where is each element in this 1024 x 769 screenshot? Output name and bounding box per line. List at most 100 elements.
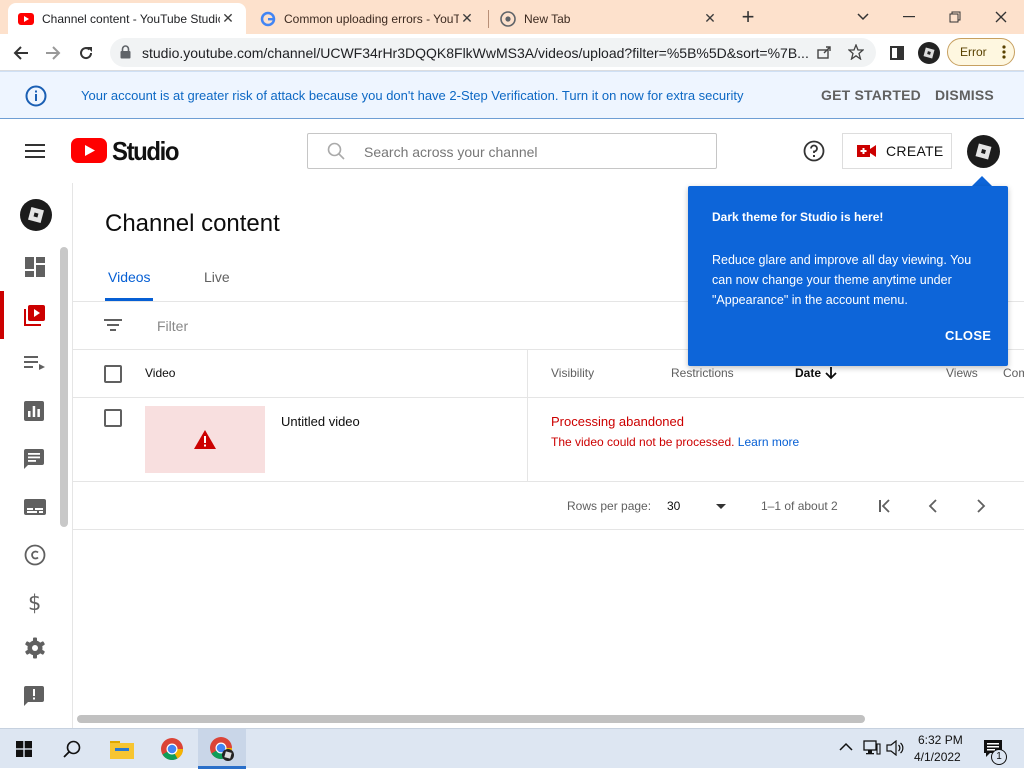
browser-error-button[interactable]: Error <box>947 38 1015 66</box>
create-button[interactable]: CREATE <box>842 133 952 169</box>
tab-channel-content[interactable]: Channel content - YouTube Studio ✕ <box>8 3 246 34</box>
popup-body: Reduce glare and improve all day viewing… <box>712 253 972 307</box>
gear-icon <box>24 637 46 659</box>
tab-title: New Tab <box>524 11 571 26</box>
dark-theme-announcement-popup: Dark theme for Studio is here! Reduce gl… <box>688 186 1008 366</box>
dashboard-icon <box>24 256 46 278</box>
google-favicon-icon <box>260 11 276 27</box>
chrome-taskbar-icon[interactable] <box>148 729 196 769</box>
dropdown-caret-icon[interactable] <box>716 504 726 509</box>
reload-icon[interactable] <box>71 38 101 68</box>
banner-message: Your account is at greater risk of attac… <box>81 88 744 103</box>
dismiss-button[interactable]: DISMISS <box>935 87 994 103</box>
error-pill-label: Error <box>960 45 987 59</box>
filter-icon[interactable] <box>104 319 122 331</box>
column-header-restrictions[interactable]: Restrictions <box>671 366 734 380</box>
address-bar[interactable]: studio.youtube.com/channel/UCWF34rHr3DQQ… <box>110 38 876 67</box>
horizontal-scrollbar[interactable] <box>77 715 865 723</box>
youtube-favicon-icon <box>18 12 34 25</box>
info-icon <box>25 85 47 107</box>
search-placeholder: Search across your channel <box>364 144 538 160</box>
restore-icon[interactable] <box>932 0 978 34</box>
next-page-icon[interactable] <box>976 499 986 513</box>
taskbar-date[interactable]: 4/1/2022 <box>914 750 961 764</box>
search-icon <box>327 142 345 160</box>
tab-live[interactable]: Live <box>204 269 230 285</box>
comments-icon <box>24 449 44 469</box>
chrome-menu-icon <box>1002 45 1006 59</box>
tab-videos[interactable]: Videos <box>108 269 151 285</box>
close-window-icon[interactable] <box>978 0 1024 34</box>
youtube-logo-icon[interactable] <box>71 138 107 163</box>
video-title[interactable]: Untitled video <box>281 414 360 429</box>
channel-search-input[interactable]: Search across your channel <box>307 133 717 169</box>
feedback-icon <box>24 686 44 706</box>
analytics-icon <box>24 401 44 421</box>
forward-arrow-icon[interactable] <box>38 38 68 68</box>
network-icon[interactable] <box>863 740 881 756</box>
sidebar-scrollbar[interactable] <box>60 247 68 527</box>
studio-header: Studio Search across your channel CREATE <box>0 119 1024 183</box>
minimize-icon[interactable] <box>886 0 932 34</box>
share-icon[interactable] <box>816 44 832 60</box>
processing-status: Processing abandoned <box>551 414 684 429</box>
show-hidden-icons-chevron-icon[interactable] <box>839 742 853 751</box>
bookmark-star-icon[interactable] <box>848 44 864 60</box>
hamburger-menu-icon[interactable] <box>25 144 45 158</box>
tab-common-uploading-errors[interactable]: Common uploading errors - YouTube ✕ <box>250 3 485 34</box>
video-camera-icon <box>857 144 877 158</box>
chrome-active-window-icon[interactable] <box>198 729 246 769</box>
profile-avatar-icon[interactable] <box>914 38 944 68</box>
learn-more-link[interactable]: Learn more <box>738 435 799 449</box>
chrome-favicon-icon <box>500 10 516 27</box>
studio-sidebar: $ <box>0 183 72 728</box>
create-label: CREATE <box>886 143 944 159</box>
column-header-visibility[interactable]: Visibility <box>551 366 594 380</box>
volume-icon[interactable] <box>886 740 904 756</box>
get-started-button[interactable]: GET STARTED <box>821 87 921 103</box>
taskbar-search-icon[interactable] <box>48 729 96 769</box>
windows-taskbar: 6:32 PM 4/1/2022 1 <box>0 728 1024 769</box>
sidebar-item-copyright[interactable] <box>0 531 72 579</box>
security-banner: Your account is at greater risk of attac… <box>0 71 1024 119</box>
sidebar-item-settings[interactable] <box>0 624 72 672</box>
rows-per-page-select[interactable]: 30 <box>667 499 680 513</box>
new-tab-plus-icon[interactable]: + <box>736 6 760 30</box>
previous-page-icon[interactable] <box>928 499 938 513</box>
playlist-icon <box>24 355 46 371</box>
column-header-comments[interactable]: Com <box>1003 366 1024 380</box>
divider <box>73 397 1024 398</box>
tab-title: Channel content - YouTube Studio <box>42 11 220 26</box>
video-thumbnail[interactable] <box>145 406 265 473</box>
tab-close-icon[interactable]: ✕ <box>220 10 236 27</box>
tab-search-chevron-icon[interactable] <box>840 0 886 34</box>
rows-per-page-label: Rows per page: <box>567 499 652 513</box>
studio-logo-text[interactable]: Studio <box>112 136 180 167</box>
extensions-icon[interactable] <box>882 38 912 68</box>
lock-icon[interactable] <box>120 45 131 59</box>
back-arrow-icon[interactable] <box>6 38 36 68</box>
help-icon[interactable] <box>803 140 825 162</box>
notification-count-badge: 1 <box>991 749 1007 765</box>
column-header-views[interactable]: Views <box>946 366 978 380</box>
channel-avatar-icon <box>20 199 52 231</box>
tab-close-icon[interactable]: ✕ <box>459 10 475 27</box>
select-all-checkbox[interactable] <box>104 365 122 383</box>
tab-separator <box>488 10 489 28</box>
tab-new-tab[interactable]: New Tab ✕ <box>490 3 728 34</box>
column-header-date[interactable]: Date <box>795 366 821 380</box>
account-avatar-icon[interactable] <box>967 135 1000 168</box>
sidebar-channel-avatar[interactable] <box>0 191 72 239</box>
popup-close-button[interactable]: CLOSE <box>945 328 991 343</box>
copyright-icon <box>24 544 46 566</box>
taskbar-time[interactable]: 6:32 PM <box>918 733 963 747</box>
tab-close-icon[interactable]: ✕ <box>702 10 718 27</box>
sidebar-item-monetization[interactable]: $ <box>0 579 72 627</box>
first-page-icon[interactable] <box>878 499 892 513</box>
sidebar-item-feedback[interactable] <box>0 672 72 720</box>
windows-start-icon[interactable] <box>0 729 48 769</box>
row-checkbox[interactable] <box>104 409 122 427</box>
file-explorer-icon[interactable] <box>98 729 146 769</box>
sort-down-arrow-icon[interactable] <box>825 366 837 380</box>
filter-input[interactable]: Filter <box>157 318 188 334</box>
